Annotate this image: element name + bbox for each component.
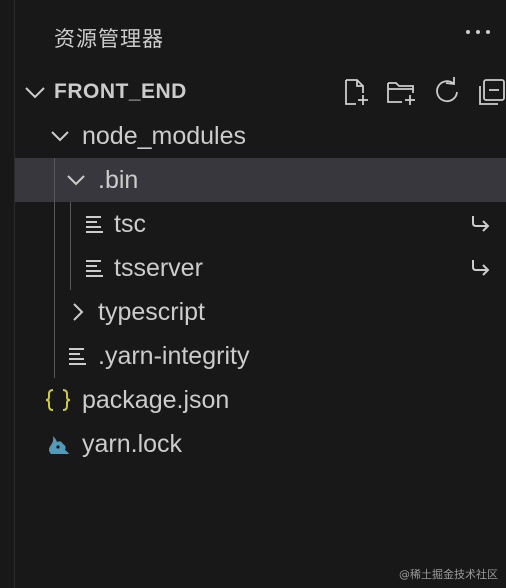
more-actions-button[interactable]	[462, 16, 494, 48]
tree-item-label: tsc	[114, 210, 146, 238]
tree-item-label: tsserver	[114, 254, 203, 282]
tree-item-tsc[interactable]: tsc	[15, 202, 506, 246]
chevron-down-icon	[51, 131, 69, 142]
refresh-icon	[436, 77, 458, 103]
activity-bar-edge	[0, 0, 15, 588]
tree-item-tsserver[interactable]: tsserver	[15, 246, 506, 290]
tree-item-node-modules[interactable]: node_modules	[15, 114, 506, 158]
collapse-all-icon	[479, 79, 505, 105]
tree-item-package-json[interactable]: package.json	[15, 378, 506, 422]
tree-item-label: yarn.lock	[82, 430, 183, 458]
file-tree: node_modules .bin tsc tsserver typescrip…	[15, 114, 506, 466]
json-braces-icon	[45, 389, 71, 411]
yarn-cat-icon	[49, 436, 69, 454]
new-file-icon	[345, 79, 368, 105]
tree-item-typescript[interactable]: typescript	[15, 290, 506, 334]
ellipsis-icon	[466, 30, 490, 34]
symlink-arrow-icon	[472, 216, 490, 232]
symlink-arrow-icon	[472, 260, 490, 276]
new-folder-button[interactable]	[383, 76, 419, 108]
tree-item-label: package.json	[82, 386, 230, 414]
indent-guide	[70, 202, 71, 290]
tree-item-label: typescript	[98, 298, 205, 326]
tree-item-label: .yarn-integrity	[98, 342, 250, 370]
workspace-section-header[interactable]: FRONT_END	[15, 70, 506, 114]
file-lines-icon	[86, 260, 103, 277]
tree-item-bin[interactable]: .bin	[15, 158, 506, 202]
file-lines-icon	[69, 348, 86, 365]
tree-item-label: .bin	[98, 166, 139, 194]
collapse-all-button[interactable]	[475, 76, 506, 108]
section-actions	[337, 76, 506, 108]
refresh-button[interactable]	[429, 76, 465, 108]
tree-item-yarn-lock[interactable]: yarn.lock	[15, 422, 506, 466]
chevron-down-icon	[25, 87, 45, 99]
explorer-title-bar: 资源管理器	[15, 0, 506, 70]
new-file-button[interactable]	[337, 76, 373, 108]
chevron-right-icon	[73, 303, 84, 321]
watermark: @稀土掘金技术社区	[399, 568, 498, 581]
new-folder-icon	[387, 82, 415, 105]
file-lines-icon	[86, 216, 103, 233]
indent-guide	[54, 158, 55, 378]
explorer-panel: 资源管理器 FRONT_END node_modules .bin tsc ts…	[15, 0, 506, 588]
workspace-title: FRONT_END	[54, 80, 187, 103]
chevron-down-icon	[67, 175, 85, 186]
tree-item-yarn-integrity[interactable]: .yarn-integrity	[15, 334, 506, 378]
tree-item-label: node_modules	[82, 122, 247, 150]
explorer-title: 资源管理器	[54, 27, 164, 51]
